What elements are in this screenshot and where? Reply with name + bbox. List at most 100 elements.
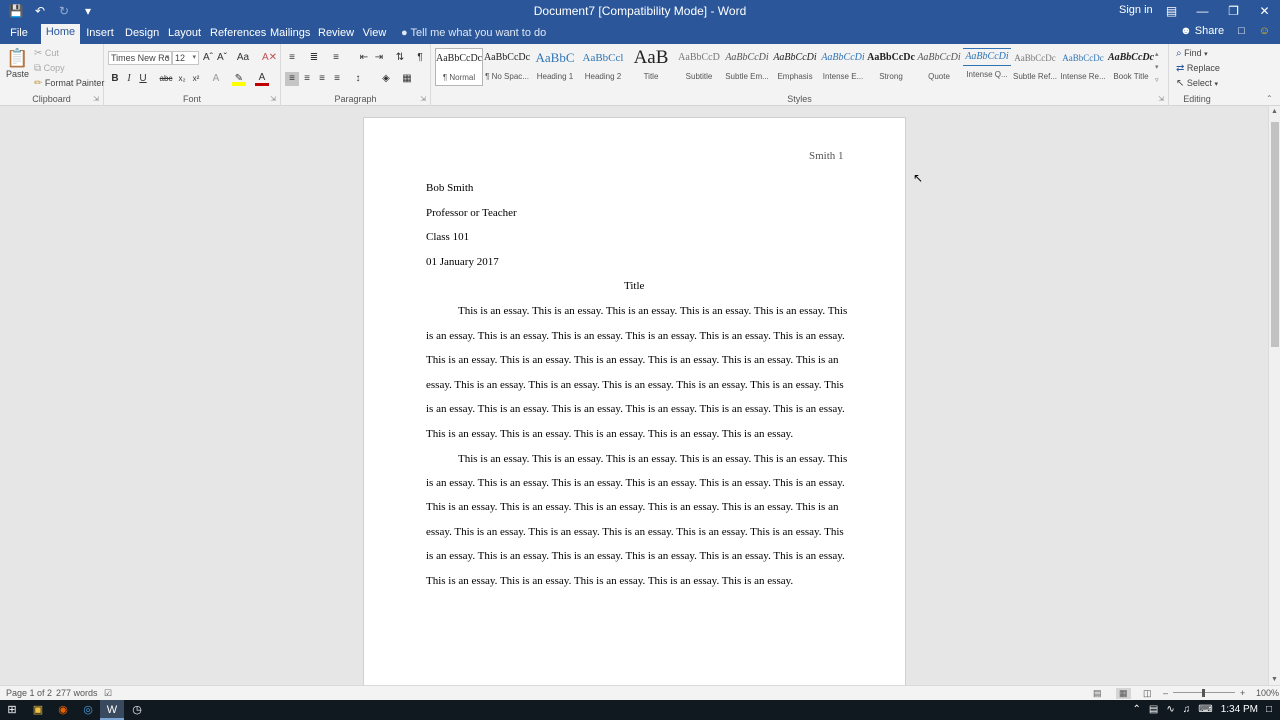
clock-time[interactable]: 1:34 PM (1221, 704, 1258, 715)
styles-launcher-icon[interactable]: ⇲ (1158, 95, 1164, 103)
paragraph-2-line[interactable]: essay. This is an essay. This is an essa… (426, 526, 844, 538)
grow-font-icon[interactable]: Aˆ (201, 51, 215, 65)
decrease-indent-icon[interactable]: ⇤ (357, 51, 371, 65)
find-button[interactable]: ⌕ Find ▾ (1176, 48, 1208, 59)
vertical-scrollbar[interactable]: ▲ ▼ (1268, 106, 1280, 685)
cut-button[interactable]: ✂ Cut (34, 48, 59, 59)
word-count[interactable]: 277 words (56, 688, 98, 698)
zoom-out-icon[interactable]: – (1163, 688, 1168, 698)
copy-button[interactable]: ⧉ Copy (34, 63, 65, 74)
paragraph-2-line[interactable]: This is an essay. This is an essay. This… (426, 501, 838, 513)
shrink-font-icon[interactable]: Aˇ (215, 51, 229, 65)
tab-file[interactable]: File (5, 25, 33, 44)
zoom-level[interactable]: 100% (1256, 688, 1279, 698)
document-area[interactable]: Smith 1 Bob Smith Professor or Teacher C… (0, 106, 1268, 685)
style-subtle-emphasis[interactable]: AaBbCcDi Subtle Em... (723, 48, 771, 86)
share-button[interactable]: ☻ Share (1180, 25, 1224, 37)
scrollbar-thumb[interactable] (1271, 122, 1279, 347)
tab-insert[interactable]: Insert (85, 25, 115, 44)
essay-date[interactable]: 01 January 2017 (426, 256, 499, 268)
increase-indent-icon[interactable]: ⇥ (372, 51, 386, 65)
font-color-icon[interactable]: A (255, 72, 269, 86)
shading-icon[interactable]: ◈ (379, 72, 393, 86)
superscript-icon[interactable]: x² (189, 72, 203, 86)
italic-icon[interactable]: I (122, 72, 136, 86)
chrome-icon[interactable]: ◎ (76, 700, 100, 720)
volume-icon[interactable]: ♫ (1183, 704, 1191, 715)
scroll-down-icon[interactable]: ▼ (1271, 676, 1278, 683)
styles-scroll[interactable]: ▴ ▾ ▿ (1155, 48, 1159, 87)
highlight-icon[interactable]: ✎ (232, 72, 246, 86)
styles-scroll-down-icon[interactable]: ▾ (1155, 61, 1159, 74)
zoom-in-icon[interactable]: + (1240, 688, 1245, 698)
paragraph-1-line[interactable]: is an essay. This is an essay. This is a… (426, 330, 845, 342)
multilevel-list-icon[interactable]: ≡ (329, 51, 343, 65)
minimize-button[interactable]: — (1187, 0, 1218, 22)
clock-app-icon[interactable]: ◷ (125, 700, 149, 720)
styles-more-icon[interactable]: ▿ (1155, 74, 1159, 87)
style-emphasis[interactable]: AaBbCcDi Emphasis (771, 48, 819, 86)
paragraph-1-line[interactable]: This is an essay. This is an essay. This… (426, 428, 793, 440)
file-explorer-icon[interactable]: ▣ (26, 700, 50, 720)
chevron-up-icon[interactable]: ⌃ (1133, 704, 1141, 715)
tab-references[interactable]: References (210, 25, 266, 44)
zoom-slider-thumb[interactable] (1202, 689, 1205, 697)
line-spacing-icon[interactable]: ↕ (351, 72, 365, 86)
smiley-feedback-icon[interactable]: ☺ (1259, 25, 1270, 37)
scroll-up-icon[interactable]: ▲ (1271, 108, 1278, 115)
bullets-icon[interactable]: ≡ (285, 51, 299, 65)
windows-start-icon[interactable]: ⊞ (0, 700, 24, 720)
ribbon-display-options-icon[interactable]: ▤ (1156, 0, 1187, 22)
sign-in-link[interactable]: Sign in (1119, 4, 1153, 16)
replace-button[interactable]: ⇄ Replace (1176, 63, 1220, 74)
format-painter-button[interactable]: ✏ Format Painter (34, 78, 104, 89)
clipboard-launcher-icon[interactable]: ⇲ (93, 95, 99, 103)
author-name[interactable]: Bob Smith (426, 182, 473, 194)
keyboard-icon[interactable]: ⌨ (1198, 704, 1212, 715)
style-book-title[interactable]: AaBbCcDc Book Title (1107, 48, 1155, 86)
page-header[interactable]: Smith 1 (809, 150, 844, 162)
style-intense-quote[interactable]: AaBbCcDi Intense Q... (963, 48, 1011, 86)
paragraph-2-line[interactable]: This is an essay. This is an essay. This… (458, 453, 847, 465)
wifi-icon[interactable]: ∿ (1166, 704, 1174, 715)
justify-icon[interactable]: ≡ (330, 72, 344, 86)
collapse-ribbon-icon[interactable]: ⌃ (1266, 94, 1273, 103)
firefox-icon[interactable]: ◉ (51, 700, 75, 720)
align-left-icon[interactable]: ≡ (285, 72, 299, 86)
font-launcher-icon[interactable]: ⇲ (270, 95, 276, 103)
print-layout-icon[interactable]: ▦ (1116, 688, 1131, 699)
close-button[interactable]: ✕ (1249, 0, 1280, 22)
page-count[interactable]: Page 1 of 2 (6, 688, 52, 698)
paste-button[interactable]: 📋 Paste (6, 48, 29, 79)
font-size-select[interactable]: 12 ▾ (172, 51, 199, 65)
tab-design[interactable]: Design (125, 25, 159, 44)
paragraph-1-line[interactable]: This is an essay. This is an essay. This… (426, 354, 838, 366)
style-no-spacing[interactable]: AaBbCcDc ¶ No Spac... (483, 48, 531, 86)
tab-layout[interactable]: Layout (168, 25, 201, 44)
style-heading-1[interactable]: AaBbC Heading 1 (531, 48, 579, 86)
word-taskbar-icon[interactable]: W (100, 700, 124, 720)
underline-icon[interactable]: U (136, 72, 150, 86)
style-heading-2[interactable]: AaBbCcl Heading 2 (579, 48, 627, 86)
read-mode-icon[interactable]: ▤ (1093, 688, 1102, 699)
style-intense-reference[interactable]: AaBbCcDc Intense Re... (1059, 48, 1107, 86)
document-page[interactable]: Smith 1 Bob Smith Professor or Teacher C… (363, 117, 906, 685)
text-effects-icon[interactable]: A (209, 72, 223, 86)
paragraph-2-line[interactable]: is an essay. This is an essay. This is a… (426, 550, 845, 562)
proofing-icon[interactable]: ☑ (104, 688, 112, 699)
restore-button[interactable]: ❐ (1218, 0, 1249, 22)
network-icon[interactable]: ▤ (1149, 704, 1158, 715)
tab-home[interactable]: Home (41, 24, 80, 44)
change-case-icon[interactable]: Aa (235, 51, 251, 65)
tab-review[interactable]: Review (318, 25, 354, 44)
paragraph-launcher-icon[interactable]: ⇲ (420, 95, 426, 103)
align-right-icon[interactable]: ≡ (315, 72, 329, 86)
select-button[interactable]: ↖ Select ▾ (1176, 78, 1218, 89)
class-name[interactable]: Class 101 (426, 231, 469, 243)
style-quote[interactable]: AaBbCcDi Quote (915, 48, 963, 86)
styles-scroll-up-icon[interactable]: ▴ (1155, 48, 1159, 61)
essay-title[interactable]: Title (624, 280, 644, 292)
style-strong[interactable]: AaBbCcDc Strong (867, 48, 915, 86)
tab-view[interactable]: View (362, 25, 387, 44)
paragraph-1-line[interactable]: essay. This is an essay. This is an essa… (426, 379, 844, 391)
